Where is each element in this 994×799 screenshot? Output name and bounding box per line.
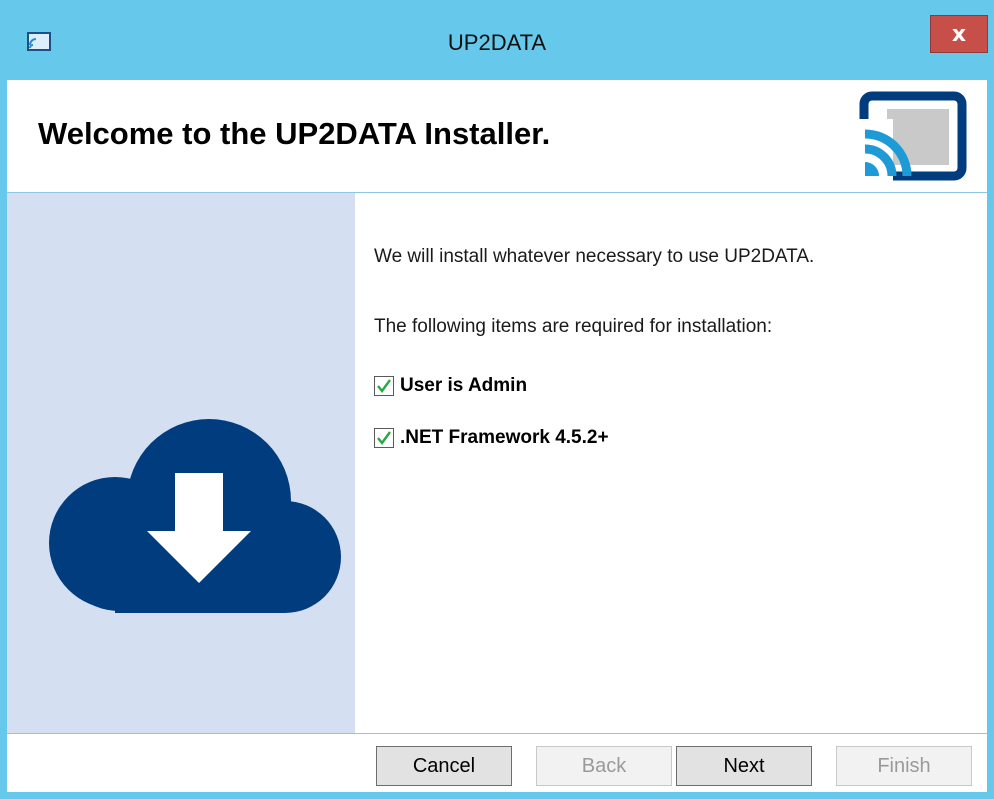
requirement-item: User is Admin xyxy=(374,375,527,397)
checkmark-icon xyxy=(374,428,394,448)
installer-header: Welcome to the UP2DATA Installer. xyxy=(7,80,987,193)
page-title: Welcome to the UP2DATA Installer. xyxy=(38,116,551,151)
cast-screen-icon xyxy=(857,91,967,183)
title-bar[interactable]: UP2DATA x xyxy=(0,0,994,80)
window-border xyxy=(0,792,994,799)
back-button[interactable]: Back xyxy=(536,746,672,786)
close-icon: x xyxy=(951,21,967,47)
requirement-label: User is Admin xyxy=(400,375,528,396)
cancel-button[interactable]: Cancel xyxy=(376,746,512,786)
button-bar: Cancel Back Next Finish xyxy=(7,733,987,799)
requirements-heading: The following items are required for ins… xyxy=(374,316,773,337)
next-button[interactable]: Next xyxy=(676,746,812,786)
checkmark-icon xyxy=(374,376,394,396)
intro-text: We will install whatever necessary to us… xyxy=(374,246,815,267)
content-panel: We will install whatever necessary to us… xyxy=(355,193,987,733)
window-title: UP2DATA xyxy=(447,30,547,55)
finish-button[interactable]: Finish xyxy=(836,746,972,786)
requirement-item: .NET Framework 4.5.2+ xyxy=(374,427,609,449)
side-panel xyxy=(7,193,355,733)
requirement-label: .NET Framework 4.5.2+ xyxy=(400,427,609,448)
cloud-download-icon xyxy=(49,419,341,613)
close-button[interactable]: x xyxy=(930,15,988,53)
